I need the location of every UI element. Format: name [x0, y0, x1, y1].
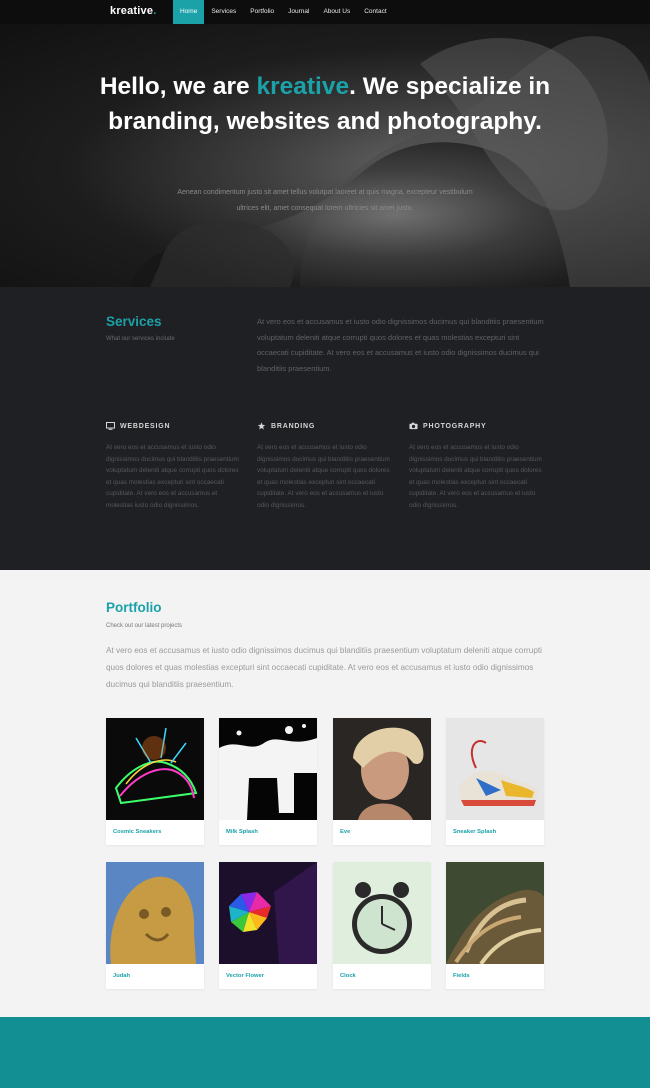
portfolio-thumbnail	[106, 862, 204, 964]
menu-item-about-us[interactable]: About Us	[316, 0, 357, 24]
service-text: At vero eos et accusamus et iusto odio d…	[106, 444, 239, 509]
main-menu: Home Services Portfolio Journal About Us…	[173, 0, 394, 24]
footer-band	[0, 1017, 650, 1088]
portfolio-item-clock[interactable]: Clock	[333, 862, 431, 989]
portfolio-thumbnail	[446, 718, 544, 820]
service-title: WEBDESIGN	[120, 422, 171, 430]
portfolio-thumbnail	[106, 718, 204, 820]
hero-subtitle: Aenean condimentum justo sit amet tellus…	[177, 189, 473, 212]
portfolio-item-eve[interactable]: Eve	[333, 718, 431, 845]
hero-statue-image	[130, 36, 650, 287]
menu-item-portfolio[interactable]: Portfolio	[243, 0, 281, 24]
portfolio-thumbnail	[446, 862, 544, 964]
menu-item-contact[interactable]: Contact	[357, 0, 393, 24]
camera-icon	[409, 422, 418, 430]
service-text: At vero eos et accusamus et iusto odio d…	[409, 444, 542, 509]
services-subtitle: What our services include	[106, 336, 175, 342]
portfolio-item-label: Clock	[340, 973, 356, 979]
logo[interactable]: kreative.	[110, 5, 156, 17]
portfolio-thumbnail	[333, 718, 431, 820]
portfolio-thumbnail	[219, 718, 317, 820]
portfolio-item-label: Fields	[453, 973, 470, 979]
portfolio-item-vector-flower[interactable]: Vector Flower	[219, 862, 317, 989]
portfolio-item-label: Vector Flower	[226, 973, 265, 979]
portfolio-item-sneaker-splash[interactable]: Sneaker Splash	[446, 718, 544, 845]
portfolio-item-milk-splash[interactable]: Milk Splash	[219, 718, 317, 845]
portfolio-title: Portfolio	[106, 600, 162, 615]
hero-section: Hello, we are kreative. We specialize in…	[0, 24, 650, 287]
top-nav: kreative. Home Services Portfolio Journa…	[0, 0, 650, 24]
services-section: Services What our services include At ve…	[0, 287, 650, 570]
portfolio-item-label: Sneaker Splash	[453, 829, 497, 835]
portfolio-section: Portfolio Check out our latest projects …	[0, 570, 650, 1017]
monitor-icon	[106, 422, 115, 430]
menu-item-home[interactable]: Home	[173, 0, 205, 24]
menu-item-journal[interactable]: Journal	[281, 0, 316, 24]
service-column-webdesign: WEBDESIGN At vero eos et accusamus et iu…	[106, 422, 244, 512]
portfolio-item-label: Milk Splash	[226, 829, 258, 835]
service-title: BRANDING	[271, 422, 316, 430]
portfolio-item-label: Judah	[113, 973, 131, 979]
portfolio-thumbnail	[219, 862, 317, 964]
service-title: PHOTOGRAPHY	[423, 422, 487, 430]
services-intro: At vero eos et accusamus et iusto odio d…	[257, 317, 544, 373]
services-title: Services	[106, 314, 162, 329]
portfolio-intro: At vero eos et accusamus et iusto odio d…	[106, 646, 542, 689]
portfolio-thumbnail	[333, 862, 431, 964]
portfolio-item-judah[interactable]: Judah	[106, 862, 204, 989]
portfolio-item-label: Cosmic Sneakers	[113, 829, 162, 835]
service-column-branding: BRANDING At vero eos et accusamus et ius…	[257, 422, 395, 512]
portfolio-item-cosmic-sneakers[interactable]: Cosmic Sneakers	[106, 718, 204, 845]
portfolio-item-fields[interactable]: Fields	[446, 862, 544, 989]
portfolio-subtitle: Check out our latest projects	[106, 623, 183, 629]
hero-title: Hello, we are kreative. We specialize in…	[99, 73, 551, 135]
portfolio-item-label: Eve	[340, 829, 351, 835]
star-icon	[257, 422, 266, 430]
service-text: At vero eos et accusamus et iusto odio d…	[257, 444, 390, 509]
service-column-photography: PHOTOGRAPHY At vero eos et accusamus et …	[409, 422, 547, 512]
menu-item-services[interactable]: Services	[204, 0, 243, 24]
